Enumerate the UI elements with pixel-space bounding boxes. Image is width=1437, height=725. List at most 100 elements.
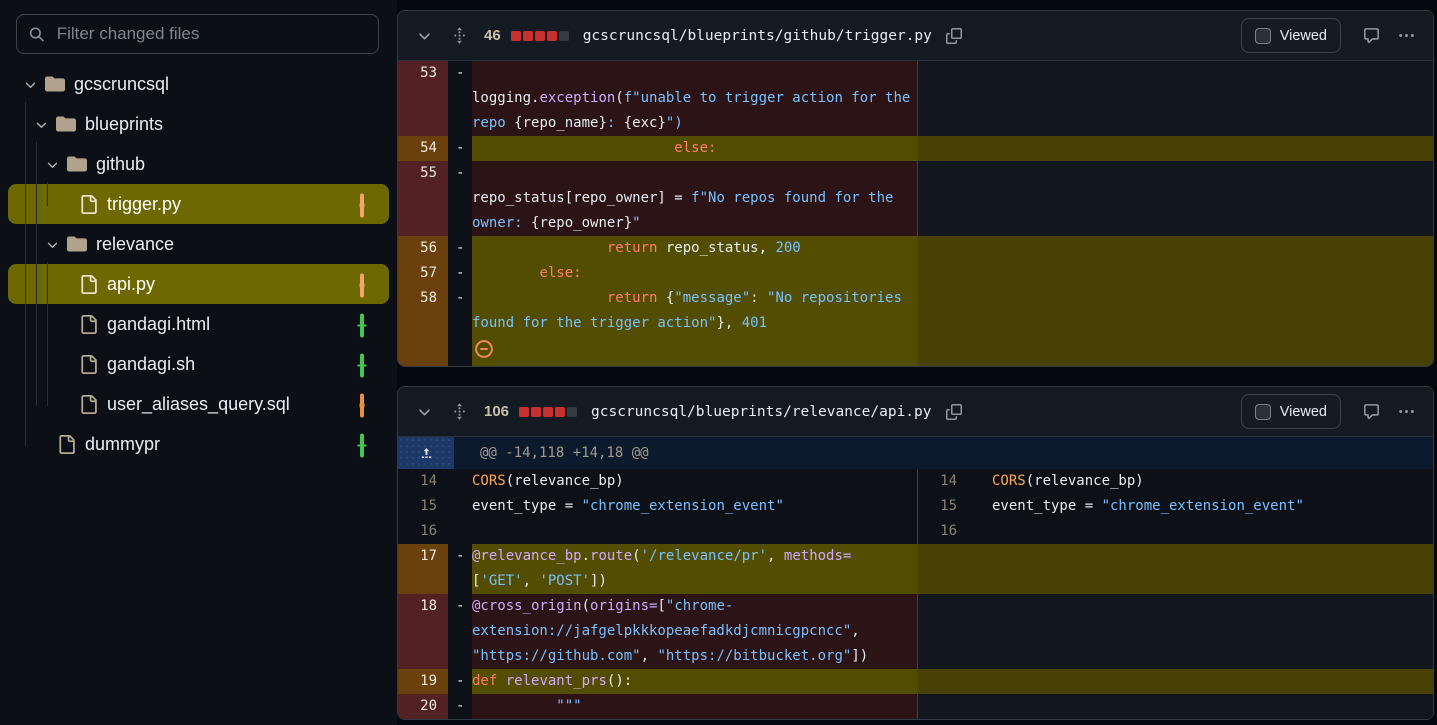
chevron-down-icon[interactable] [34,117,49,132]
diffstat-squares [511,31,569,41]
kebab-icon[interactable] [1398,27,1415,44]
kebab-icon[interactable] [1398,403,1415,420]
line-number[interactable]: 15 [398,494,448,519]
code-visual-line: CORS(relevance_bp) [992,469,1433,494]
checkbox-icon[interactable] [1255,404,1271,420]
line-number[interactable]: 15 [918,494,968,519]
line-number[interactable]: 17 [398,544,448,594]
pr-files-changed-view: gcscruncsqlblueprintsgithubtrigger.pyrel… [0,0,1437,725]
right-pane-placeholder [918,669,1433,694]
left-pane: 14 CORS(relevance_bp) [398,469,918,494]
right-pane: 16 [918,519,1433,544]
right-pane-placeholder [918,594,1433,669]
line-number[interactable]: 18 [398,594,448,669]
code-visual-line: owner: {repo_owner}" [472,211,917,236]
file-icon [75,275,101,294]
code-visual-line: CORS(relevance_bp) [472,469,917,494]
code-visual-line: event_type = "chrome_extension_event" [472,494,917,519]
tree-folder-relevance[interactable]: relevance [8,224,389,264]
viewed-label: Viewed [1280,28,1327,44]
right-pane-placeholder [918,236,1433,261]
tree-indent-guide [36,142,37,406]
line-number[interactable]: 54 [398,136,448,161]
code-cell: @cross_origin(origins=["chrome-extension… [472,594,917,669]
right-pane: 15event_type = "chrome_extension_event" [918,494,1433,519]
filter-files-box [16,14,379,54]
tree-folder-github[interactable]: github [8,144,389,184]
tree-indent-guide [25,102,26,446]
collapse-minus-icon[interactable] [474,339,494,366]
comment-icon[interactable] [1359,403,1384,420]
line-number[interactable]: 53 [398,61,448,136]
line-number[interactable]: 20 [398,694,448,719]
line-number[interactable]: 16 [918,519,968,544]
collapse-file-chevron-icon[interactable] [412,403,437,420]
collapse-minus-icon[interactable] [474,339,494,359]
kebab-menu-icon[interactable] [1394,27,1419,44]
copy-icon[interactable] [946,28,962,44]
collapse-file-chevron-icon[interactable] [412,27,437,44]
drag-handle-icon[interactable] [447,403,472,420]
line-number[interactable]: 16 [398,519,448,544]
copy-icon[interactable] [946,404,962,420]
line-number[interactable]: 14 [918,469,968,494]
filter-files-input[interactable] [55,23,366,45]
diffstat-gray-square [559,31,569,41]
chevron-down-icon[interactable] [45,237,60,252]
tree-folder-blueprints[interactable]: blueprints [8,104,389,144]
chevron-down-icon[interactable] [18,77,42,92]
tree-file-api-py[interactable]: api.py [8,264,389,304]
line-number[interactable]: 56 [398,236,448,261]
diffstat-red-square [511,31,521,41]
diff-panel-trigger-py: 46 gcscruncsql/blueprints/github/trigger.… [397,10,1434,367]
line-number[interactable]: 57 [398,261,448,286]
copy-path-icon[interactable] [942,404,966,420]
tree-file-user-aliases-query-sql[interactable]: user_aliases_query.sql [8,384,389,424]
comment-icon[interactable] [1363,27,1380,44]
drag-handle-icon[interactable] [451,27,468,44]
deletion-marker: - [448,286,472,336]
diffstat-squares [519,407,577,417]
code-cell [472,519,917,544]
drag-handle-icon[interactable] [447,27,472,44]
code-cell: event_type = "chrome_extension_event" [472,494,917,519]
line-number[interactable]: 19 [398,669,448,694]
expand-up-icon[interactable] [419,446,434,461]
chevron-down-icon[interactable] [29,117,53,132]
drag-handle-icon[interactable] [451,403,468,420]
left-pane: 58- return {"message": "No repositoriesf… [398,286,918,336]
tree-file-dummypr[interactable]: dummypr [8,424,389,464]
tree-file-gandagi-sh[interactable]: gandagi.sh [8,344,389,384]
line-number[interactable]: 14 [398,469,448,494]
file-path: gcscruncsql/blueprints/github/trigger.py [583,28,932,44]
deletion-marker: - [448,594,472,669]
copy-path-icon[interactable] [942,28,966,44]
viewed-toggle-button[interactable]: Viewed [1241,394,1341,429]
deletion-marker: - [448,236,472,261]
viewed-toggle-button[interactable]: Viewed [1241,18,1341,53]
comment-icon[interactable] [1363,403,1380,420]
tree-folder-gcscruncsql[interactable]: gcscruncsql [8,64,389,104]
deletion-marker: - [448,669,472,694]
expand-up-button[interactable] [398,437,454,469]
comment-icon[interactable] [1359,27,1384,44]
left-pane: 15 event_type = "chrome_extension_event" [398,494,918,519]
tree-file-trigger-py[interactable]: trigger.py [8,184,389,224]
left-pane [398,336,918,366]
file-icon [79,315,98,334]
chevron-down-icon[interactable] [416,27,433,44]
checkbox-icon[interactable] [1255,28,1271,44]
left-pane: 20- """ [398,694,918,719]
line-number[interactable]: 55 [398,161,448,236]
kebab-menu-icon[interactable] [1394,403,1419,420]
tree-file-gandagi-html[interactable]: gandagi.html [8,304,389,344]
left-pane: 55- repo_status[repo_owner] = f"No repos… [398,161,918,236]
chevron-down-icon[interactable] [45,157,60,172]
chevron-down-icon[interactable] [40,237,64,252]
chevron-down-icon[interactable] [40,157,64,172]
changed-lines-count: 46 [484,27,501,44]
chevron-down-icon[interactable] [416,403,433,420]
code-cell: CORS(relevance_bp) [992,469,1433,494]
chevron-down-icon[interactable] [23,77,38,92]
line-number[interactable]: 58 [398,286,448,336]
